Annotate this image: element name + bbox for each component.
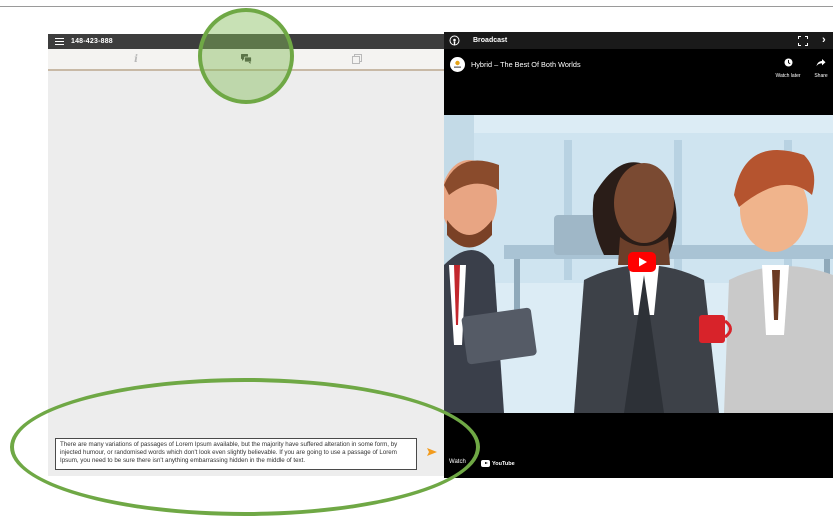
broadcast-icon — [449, 35, 460, 46]
play-icon — [628, 252, 656, 272]
message-input[interactable]: There are many variations of passages of… — [55, 438, 417, 470]
fullscreen-icon[interactable] — [798, 36, 808, 46]
youtube-logo[interactable]: YouTube — [481, 459, 515, 468]
panel-tabs: i — [48, 49, 444, 71]
chat-panel-header: 148-423-888 — [48, 34, 444, 49]
top-divider — [0, 6, 833, 7]
channel-avatar[interactable] — [450, 57, 465, 72]
meeting-id: 148-423-888 — [71, 38, 113, 45]
send-button[interactable] — [426, 445, 438, 457]
watch-later-button[interactable]: Watch later — [770, 54, 806, 79]
share-label: Share — [814, 73, 828, 79]
share-icon — [816, 59, 826, 67]
chat-messages-area — [48, 71, 444, 431]
clock-icon — [784, 58, 792, 67]
hamburger-menu-icon[interactable] — [55, 38, 64, 46]
chevron-right-icon[interactable]: › — [822, 32, 826, 49]
broadcast-video-pane[interactable]: Broadcast › Hybrid – The Best Of Both Wo… — [444, 32, 833, 478]
tab-info[interactable]: i — [116, 49, 156, 69]
watch-on-youtube-label[interactable]: Watch — [449, 459, 466, 465]
watch-later-label: Watch later — [775, 73, 801, 79]
youtube-play-button[interactable] — [628, 252, 656, 272]
tab-chat[interactable] — [226, 49, 266, 69]
youtube-icon — [481, 460, 490, 467]
youtube-wordmark: YouTube — [492, 460, 515, 467]
info-icon: i — [134, 53, 138, 65]
broadcast-label: Broadcast — [473, 37, 508, 44]
chat-panel: 148-423-888 i There are many variations … — [48, 34, 444, 476]
tab-documents[interactable] — [337, 49, 377, 69]
video-title[interactable]: Hybrid – The Best Of Both Worlds — [471, 57, 581, 72]
documents-icon — [352, 54, 362, 64]
share-button[interactable]: Share — [810, 54, 832, 79]
broadcast-header: Broadcast › — [444, 32, 833, 49]
send-icon — [427, 448, 437, 456]
chat-icon — [240, 54, 252, 64]
